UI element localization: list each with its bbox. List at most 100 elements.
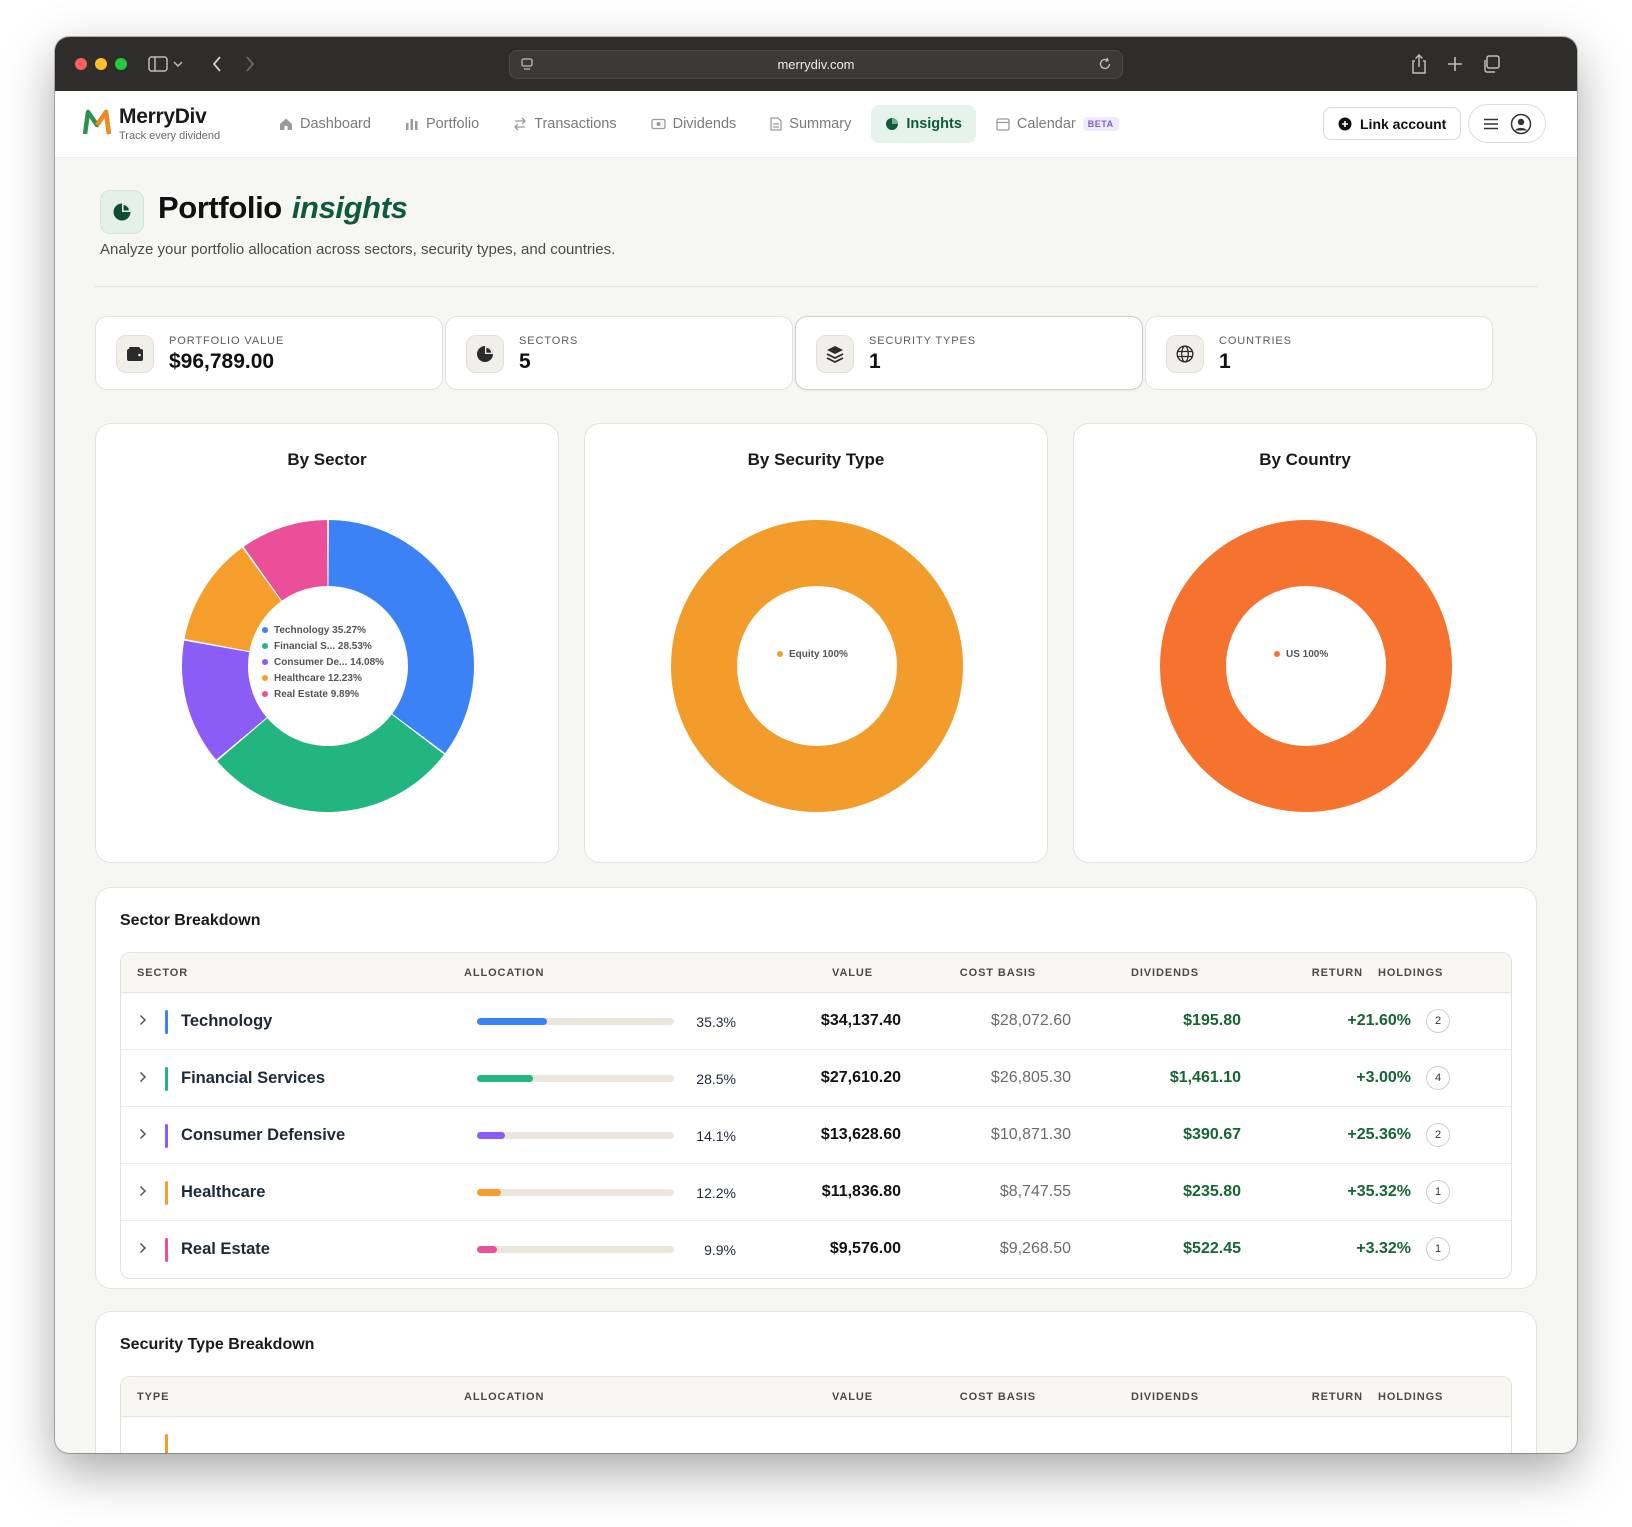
link-account-label: Link account bbox=[1360, 115, 1447, 132]
sector-chart-legend: Technology 35.27% Financial S... 28.53% Co… bbox=[262, 622, 384, 702]
nav-label: Dashboard bbox=[300, 116, 371, 132]
col-dividends[interactable]: DIVIDENDS bbox=[1071, 967, 1199, 979]
back-icon[interactable] bbox=[204, 51, 230, 77]
legend-dot bbox=[777, 651, 783, 657]
holdings-count-badge[interactable]: 1 bbox=[1426, 1180, 1450, 1204]
donut-slice-equity[interactable] bbox=[671, 520, 963, 812]
user-menu-button[interactable] bbox=[1468, 104, 1546, 143]
share-icon[interactable] bbox=[1406, 51, 1432, 77]
sector-name: Consumer Defensive bbox=[181, 1126, 346, 1144]
table-row[interactable]: Financial Services 28.5% $27,610.20 $26,805… bbox=[121, 1050, 1511, 1107]
sidebar-toggle-icon[interactable] bbox=[145, 51, 171, 77]
col-sector[interactable]: SECTOR bbox=[137, 967, 188, 979]
legend-label: Healthcare 12.23% bbox=[274, 672, 362, 684]
legend-label: Equity 100% bbox=[789, 648, 848, 660]
plus-circle-icon bbox=[1338, 117, 1352, 130]
tab-overview-icon[interactable] bbox=[1478, 51, 1504, 77]
chevron-right-icon[interactable] bbox=[139, 1184, 147, 1202]
sector-color-swatch bbox=[165, 1181, 168, 1205]
col-type[interactable]: TYPE bbox=[137, 1391, 169, 1403]
legend-item[interactable]: Equity 100% bbox=[777, 646, 848, 662]
nav-summary[interactable]: Summary bbox=[756, 105, 865, 143]
col-return[interactable]: RETURN bbox=[1241, 967, 1363, 979]
chevron-down-icon[interactable] bbox=[171, 51, 185, 77]
dividends-cell: $235.80 bbox=[1183, 1183, 1241, 1200]
table-row[interactable]: Consumer Defensive 14.1% $13,628.60 $10,871… bbox=[121, 1107, 1511, 1164]
holdings-count-badge[interactable]: 2 bbox=[1426, 1009, 1450, 1033]
legend-item[interactable]: Financial S... 28.53% bbox=[262, 638, 384, 654]
app-header: MerryDiv Track every dividend Dashboard … bbox=[55, 91, 1577, 158]
holdings-count-badge[interactable]: 2 bbox=[1426, 1123, 1450, 1147]
table-header: TYPE ALLOCATION VALUE COST BASIS DIVIDEN… bbox=[121, 1377, 1511, 1417]
chart-title: By Security Type bbox=[747, 450, 885, 469]
merrydiv-logo[interactable] bbox=[82, 108, 112, 136]
table-row[interactable] bbox=[121, 1417, 1511, 1453]
page-title-main: Portfolio bbox=[158, 190, 282, 225]
legend-dot bbox=[262, 691, 268, 697]
value-cell: $9,576.00 bbox=[829, 1240, 901, 1257]
allocation-percent: 12.2% bbox=[696, 1185, 736, 1201]
nav-label: Calendar bbox=[1016, 116, 1076, 132]
legend-item[interactable]: Real Estate 9.89% bbox=[262, 686, 384, 702]
nav-calendar[interactable]: Calendar BETA bbox=[982, 105, 1133, 143]
allocation-percent: 35.3% bbox=[696, 1014, 736, 1030]
close-window-button[interactable] bbox=[75, 58, 87, 70]
allocation-percent: 28.5% bbox=[696, 1071, 736, 1087]
legend-dot bbox=[262, 659, 268, 665]
nav-dashboard[interactable]: Dashboard bbox=[265, 105, 385, 143]
nav-insights[interactable]: Insights bbox=[871, 105, 976, 143]
insights-page: Portfolio insights Analyze your portfolio… bbox=[55, 158, 1577, 1453]
col-allocation[interactable]: ALLOCATION bbox=[464, 967, 544, 979]
cost-basis-cell: $8,747.55 bbox=[999, 1183, 1071, 1200]
sector-table-body: Technology 35.3% $34,137.40 $28,072.60 $195.… bbox=[121, 993, 1511, 1278]
nav-dividends[interactable]: Dividends bbox=[637, 105, 751, 143]
col-value[interactable]: VALUE bbox=[761, 1391, 873, 1403]
new-tab-icon[interactable] bbox=[1442, 51, 1468, 77]
bar-chart-icon bbox=[405, 119, 418, 130]
security-type-chart-card: By Security Type Equity 100% bbox=[584, 423, 1048, 863]
table-row[interactable]: Healthcare 12.2% $11,836.80 $8,747.55 $235.8… bbox=[121, 1164, 1511, 1221]
country-donut-chart[interactable] bbox=[1146, 506, 1466, 826]
cost-basis-cell: $28,072.60 bbox=[990, 1012, 1071, 1029]
chevron-right-icon[interactable] bbox=[139, 1070, 147, 1088]
address-bar[interactable]: merrydiv.com bbox=[509, 50, 1123, 79]
page-subtitle: Analyze your portfolio allocation across… bbox=[100, 241, 616, 258]
col-dividends[interactable]: DIVIDENDS bbox=[1071, 1391, 1199, 1403]
legend-item[interactable]: Consumer De... 14.08% bbox=[262, 654, 384, 670]
page-title-accent: insights bbox=[291, 190, 408, 225]
legend-item[interactable]: US 100% bbox=[1274, 646, 1328, 662]
security-type-donut-chart[interactable] bbox=[657, 506, 977, 826]
stat-label: PORTFOLIO VALUE bbox=[169, 335, 285, 347]
reload-icon[interactable] bbox=[1098, 57, 1112, 76]
nav-portfolio[interactable]: Portfolio bbox=[391, 105, 493, 143]
legend-item[interactable]: Technology 35.27% bbox=[262, 622, 384, 638]
col-return[interactable]: RETURN bbox=[1241, 1391, 1363, 1403]
col-cost-basis[interactable]: COST BASIS bbox=[901, 1391, 1036, 1403]
chevron-right-icon[interactable] bbox=[139, 1241, 147, 1259]
allocation-bar bbox=[477, 1246, 674, 1253]
main-nav: Dashboard Portfolio Transactions Dividen… bbox=[265, 105, 1133, 143]
sector-breakdown-card: Sector Breakdown SECTOR ALLOCATION VALUE… bbox=[95, 887, 1537, 1289]
minimize-window-button[interactable] bbox=[95, 58, 107, 70]
holdings-count-badge[interactable]: 4 bbox=[1426, 1066, 1450, 1090]
forward-icon[interactable] bbox=[237, 51, 263, 77]
chevron-right-icon[interactable] bbox=[139, 1127, 147, 1145]
maximize-window-button[interactable] bbox=[115, 58, 127, 70]
col-cost-basis[interactable]: COST BASIS bbox=[901, 967, 1036, 979]
legend-item[interactable]: Healthcare 12.23% bbox=[262, 670, 384, 686]
col-holdings[interactable]: HOLDINGS bbox=[1378, 967, 1442, 979]
dividends-cell: $390.67 bbox=[1183, 1126, 1241, 1143]
table-row[interactable]: Real Estate 9.9% $9,576.00 $9,268.50 $522.45… bbox=[121, 1221, 1511, 1278]
chevron-right-icon[interactable] bbox=[139, 1013, 147, 1031]
col-value[interactable]: VALUE bbox=[761, 967, 873, 979]
link-account-button[interactable]: Link account bbox=[1323, 107, 1462, 140]
table-row[interactable]: Technology 35.3% $34,137.40 $28,072.60 $195.… bbox=[121, 993, 1511, 1050]
brand: MerryDiv Track every dividend bbox=[119, 105, 220, 142]
col-holdings[interactable]: HOLDINGS bbox=[1378, 1391, 1442, 1403]
donut-slice-us[interactable] bbox=[1160, 520, 1452, 812]
site-settings-icon[interactable] bbox=[520, 57, 534, 76]
nav-transactions[interactable]: Transactions bbox=[499, 105, 630, 143]
brand-name: MerryDiv bbox=[119, 105, 207, 128]
col-allocation[interactable]: ALLOCATION bbox=[464, 1391, 544, 1403]
holdings-count-badge[interactable]: 1 bbox=[1426, 1237, 1450, 1261]
